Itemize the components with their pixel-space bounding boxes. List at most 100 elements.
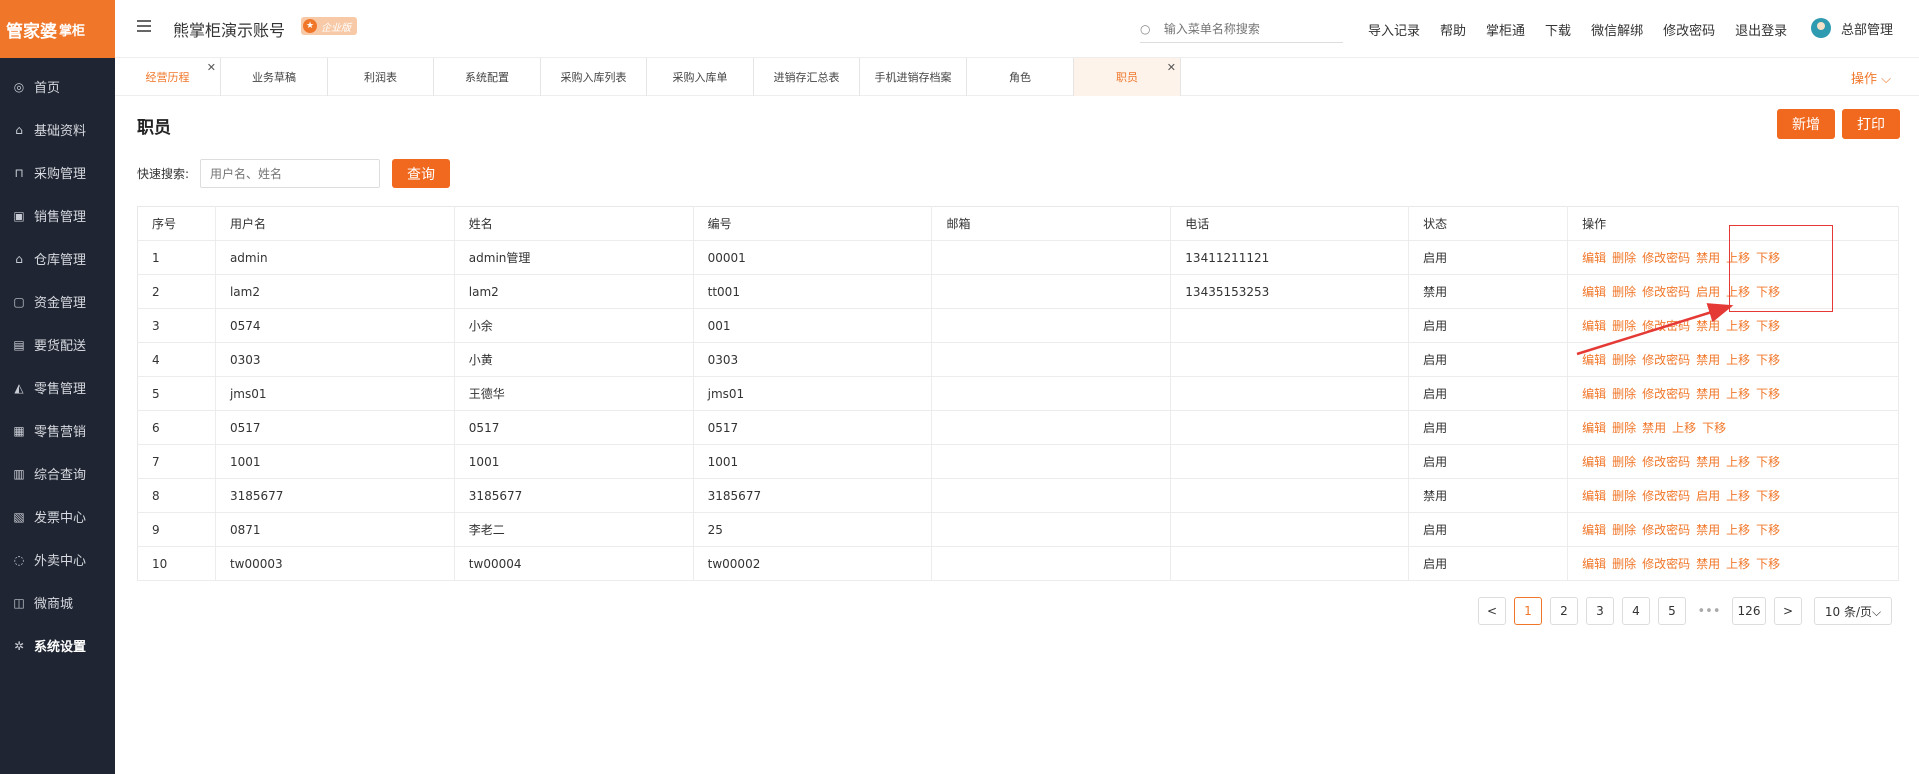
row-action-link[interactable]: 删除 bbox=[1612, 523, 1636, 537]
tab-3[interactable]: 系统配置 bbox=[434, 58, 541, 96]
page-size-select[interactable]: 10 条/页⌵ bbox=[1814, 597, 1892, 625]
header-link[interactable]: 下载 bbox=[1545, 20, 1571, 39]
page-button[interactable]: 4 bbox=[1622, 597, 1650, 625]
row-action-link[interactable]: 下移 bbox=[1756, 387, 1780, 401]
sidebar-item-1[interactable]: ⌂ 基础资料 bbox=[0, 108, 115, 151]
row-action-link[interactable]: 编辑 bbox=[1582, 285, 1606, 299]
page-button[interactable]: 2 bbox=[1550, 597, 1578, 625]
row-action-link[interactable]: 删除 bbox=[1612, 319, 1636, 333]
tab-4[interactable]: 采购入库列表 bbox=[541, 58, 647, 96]
row-action-link[interactable]: 修改密码 bbox=[1642, 557, 1690, 571]
row-action-link[interactable]: 下移 bbox=[1756, 353, 1780, 367]
sidebar-item-5[interactable]: ▢ 资金管理 bbox=[0, 280, 115, 323]
row-action-link[interactable]: 编辑 bbox=[1582, 353, 1606, 367]
row-action-link[interactable]: 启用 bbox=[1696, 285, 1720, 299]
row-action-link[interactable]: 下移 bbox=[1702, 421, 1726, 435]
sidebar-item-12[interactable]: ◫ 微商城 bbox=[0, 581, 115, 624]
header-link[interactable]: 微信解绑 bbox=[1591, 20, 1643, 39]
tab-operations-dropdown[interactable]: 操作 ⌵ bbox=[1851, 68, 1891, 87]
row-action-link[interactable]: 启用 bbox=[1696, 489, 1720, 503]
sidebar-item-9[interactable]: ▥ 综合查询 bbox=[0, 452, 115, 495]
tab-7[interactable]: 手机进销存档案 bbox=[860, 58, 967, 96]
row-action-link[interactable]: 禁用 bbox=[1696, 319, 1720, 333]
row-action-link[interactable]: 上移 bbox=[1726, 353, 1750, 367]
page-button[interactable]: 1 bbox=[1514, 597, 1542, 625]
sidebar-item-10[interactable]: ▧ 发票中心 bbox=[0, 495, 115, 538]
quick-search-input[interactable] bbox=[200, 159, 380, 188]
tab-6[interactable]: 进销存汇总表 bbox=[754, 58, 860, 96]
row-action-link[interactable]: 上移 bbox=[1726, 557, 1750, 571]
print-button[interactable]: 打印 bbox=[1842, 109, 1900, 139]
row-action-link[interactable]: 下移 bbox=[1756, 319, 1780, 333]
row-action-link[interactable]: 修改密码 bbox=[1642, 319, 1690, 333]
row-action-link[interactable]: 上移 bbox=[1726, 319, 1750, 333]
row-action-link[interactable]: 下移 bbox=[1756, 455, 1780, 469]
sidebar-item-13[interactable]: ✲ 系统设置 bbox=[0, 624, 115, 667]
header-link[interactable]: 掌柜通 bbox=[1486, 20, 1525, 39]
row-action-link[interactable]: 下移 bbox=[1756, 557, 1780, 571]
row-action-link[interactable]: 禁用 bbox=[1696, 455, 1720, 469]
tab-9[interactable]: 职员 ✕ bbox=[1074, 58, 1181, 96]
header-link[interactable]: 修改密码 bbox=[1663, 20, 1715, 39]
sidebar-item-2[interactable]: ⊓ 采购管理 bbox=[0, 151, 115, 194]
row-action-link[interactable]: 编辑 bbox=[1582, 455, 1606, 469]
header-link[interactable]: 帮助 bbox=[1440, 20, 1466, 39]
row-action-link[interactable]: 修改密码 bbox=[1642, 523, 1690, 537]
row-action-link[interactable]: 修改密码 bbox=[1642, 251, 1690, 265]
row-action-link[interactable]: 编辑 bbox=[1582, 251, 1606, 265]
tab-1[interactable]: 业务草稿 bbox=[221, 58, 328, 96]
next-page-button[interactable]: > bbox=[1774, 597, 1802, 625]
tab-5[interactable]: 采购入库单 bbox=[647, 58, 754, 96]
sidebar-item-4[interactable]: ⌂ 仓库管理 bbox=[0, 237, 115, 280]
user-menu[interactable]: 总部管理 bbox=[1810, 18, 1893, 38]
menu-search-input[interactable] bbox=[1163, 21, 1343, 36]
add-button[interactable]: 新增 bbox=[1777, 109, 1835, 139]
row-action-link[interactable]: 禁用 bbox=[1696, 387, 1720, 401]
row-action-link[interactable]: 删除 bbox=[1612, 557, 1636, 571]
row-action-link[interactable]: 禁用 bbox=[1642, 421, 1666, 435]
row-action-link[interactable]: 下移 bbox=[1756, 523, 1780, 537]
row-action-link[interactable]: 修改密码 bbox=[1642, 387, 1690, 401]
sidebar-item-0[interactable]: ◎ 首页 bbox=[0, 65, 115, 108]
row-action-link[interactable]: 删除 bbox=[1612, 421, 1636, 435]
row-action-link[interactable]: 修改密码 bbox=[1642, 489, 1690, 503]
row-action-link[interactable]: 上移 bbox=[1726, 455, 1750, 469]
header-link[interactable]: 退出登录 bbox=[1735, 20, 1787, 39]
menu-toggle-icon[interactable] bbox=[137, 20, 151, 34]
row-action-link[interactable]: 编辑 bbox=[1582, 489, 1606, 503]
sidebar-item-8[interactable]: ▦ 零售营销 bbox=[0, 409, 115, 452]
row-action-link[interactable]: 编辑 bbox=[1582, 387, 1606, 401]
page-ellipsis[interactable]: ••• bbox=[1694, 604, 1724, 619]
sidebar-item-11[interactable]: ◌ 外卖中心 bbox=[0, 538, 115, 581]
tab-0[interactable]: 经营历程 ✕ bbox=[115, 58, 221, 96]
page-button[interactable]: 3 bbox=[1586, 597, 1614, 625]
row-action-link[interactable]: 上移 bbox=[1672, 421, 1696, 435]
row-action-link[interactable]: 修改密码 bbox=[1642, 353, 1690, 367]
row-action-link[interactable]: 修改密码 bbox=[1642, 455, 1690, 469]
close-icon[interactable]: ✕ bbox=[207, 61, 216, 74]
row-action-link[interactable]: 禁用 bbox=[1696, 251, 1720, 265]
close-icon[interactable]: ✕ bbox=[1167, 61, 1176, 74]
row-action-link[interactable]: 禁用 bbox=[1696, 557, 1720, 571]
tab-2[interactable]: 利润表 bbox=[328, 58, 434, 96]
row-action-link[interactable]: 上移 bbox=[1726, 523, 1750, 537]
row-action-link[interactable]: 删除 bbox=[1612, 285, 1636, 299]
last-page-button[interactable]: 126 bbox=[1732, 597, 1766, 625]
row-action-link[interactable]: 下移 bbox=[1756, 489, 1780, 503]
row-action-link[interactable]: 禁用 bbox=[1696, 353, 1720, 367]
row-action-link[interactable]: 删除 bbox=[1612, 455, 1636, 469]
sidebar-item-3[interactable]: ▣ 销售管理 bbox=[0, 194, 115, 237]
page-button[interactable]: 5 bbox=[1658, 597, 1686, 625]
row-action-link[interactable]: 修改密码 bbox=[1642, 285, 1690, 299]
row-action-link[interactable]: 上移 bbox=[1726, 387, 1750, 401]
row-action-link[interactable]: 删除 bbox=[1612, 489, 1636, 503]
row-action-link[interactable]: 禁用 bbox=[1696, 523, 1720, 537]
prev-page-button[interactable]: < bbox=[1478, 597, 1506, 625]
sidebar-item-7[interactable]: ◭ 零售管理 bbox=[0, 366, 115, 409]
row-action-link[interactable]: 删除 bbox=[1612, 251, 1636, 265]
row-action-link[interactable]: 删除 bbox=[1612, 387, 1636, 401]
sidebar-item-6[interactable]: ▤ 要货配送 bbox=[0, 323, 115, 366]
row-action-link[interactable]: 编辑 bbox=[1582, 523, 1606, 537]
tab-8[interactable]: 角色 bbox=[967, 58, 1074, 96]
query-button[interactable]: 查询 bbox=[392, 159, 450, 188]
